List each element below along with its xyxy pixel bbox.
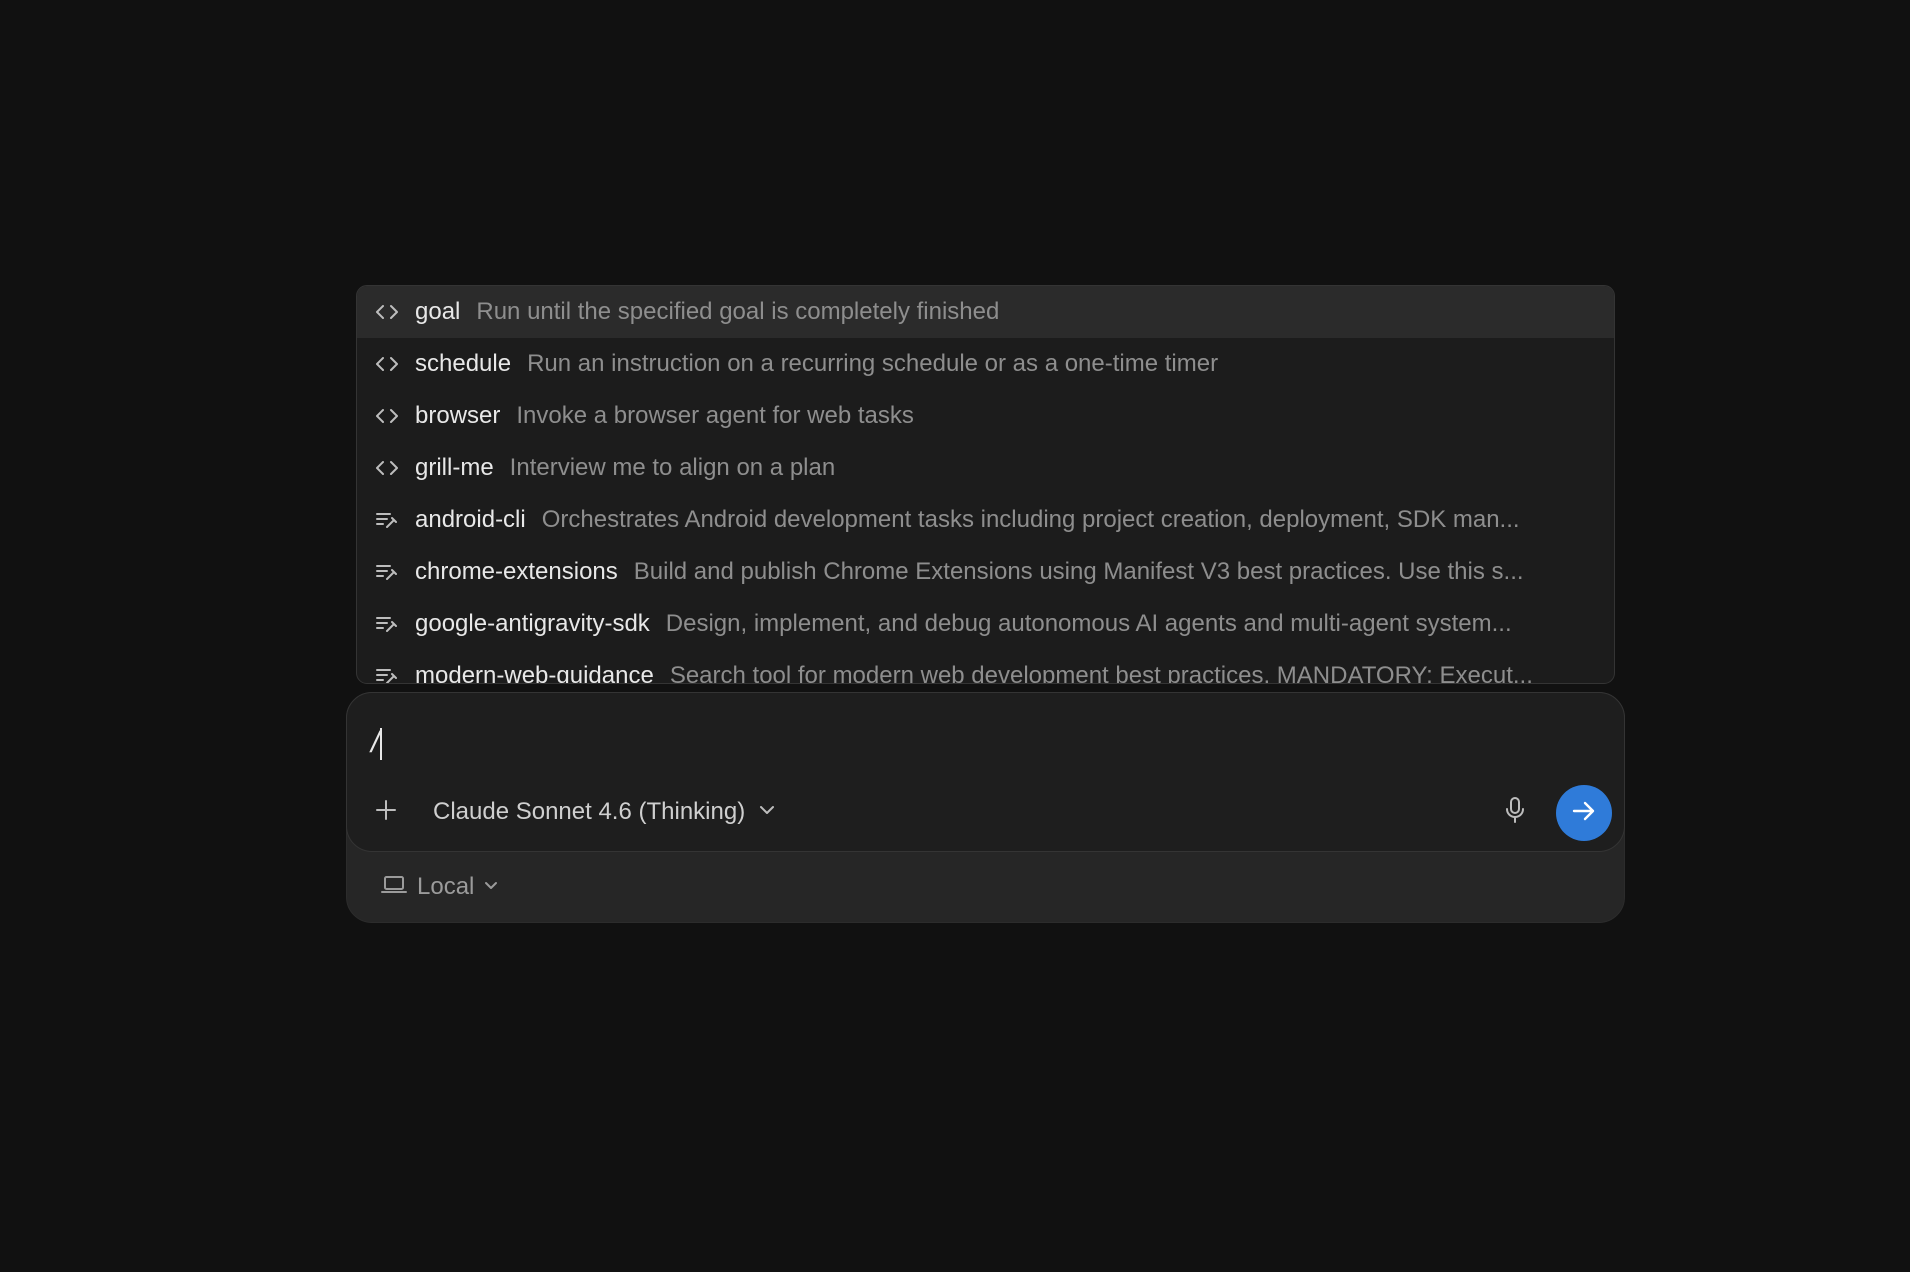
code-brackets-icon: [375, 404, 403, 428]
command-item-schedule[interactable]: schedule Run an instruction on a recurrin…: [357, 338, 1614, 390]
chevron-down-icon: [759, 803, 775, 821]
chevron-down-icon: [484, 878, 498, 896]
send-button[interactable]: [1556, 785, 1612, 841]
prompt-input[interactable]: /: [371, 723, 383, 763]
command-description: Build and publish Chrome Extensions usin…: [633, 558, 1524, 585]
command-item-browser[interactable]: browser Invoke a browser agent for web ta…: [357, 390, 1614, 442]
command-name: android-cli: [415, 506, 526, 533]
microphone-icon: [1504, 796, 1526, 829]
model-selector[interactable]: Claude Sonnet 4.6 (Thinking): [433, 793, 775, 831]
command-item-android-cli[interactable]: android-cli Orchestrates Android developm…: [357, 494, 1614, 546]
command-item-goal[interactable]: goal Run until the specified goal is comp…: [357, 286, 1614, 338]
model-selector-label: Claude Sonnet 4.6 (Thinking): [433, 798, 746, 825]
voice-input-button[interactable]: [1498, 795, 1532, 829]
code-brackets-icon: [375, 352, 403, 376]
command-name: goal: [415, 298, 461, 325]
skill-lines-icon: [375, 508, 403, 532]
slash-command-menu: goal Run until the specified goal is comp…: [356, 285, 1615, 684]
composer-input-area[interactable]: / Claude Sonnet 4.6 (Thinking): [346, 692, 1625, 852]
command-item-chrome-extensions[interactable]: chrome-extensions Build and publish Chrom…: [357, 546, 1614, 598]
code-brackets-icon: [375, 300, 403, 324]
skill-lines-icon: [375, 560, 403, 584]
composer: / Claude Sonnet 4.6 (Thinking) Local: [346, 692, 1625, 923]
command-description: Design, implement, and debug autonomous …: [665, 610, 1512, 637]
command-description: Search tool for modern web development b…: [669, 662, 1533, 684]
command-item-modern-web-guidance[interactable]: modern-web-guidance Search tool for moder…: [357, 650, 1614, 684]
command-description: Orchestrates Android development tasks i…: [541, 506, 1520, 533]
environment-selector-label: Local: [417, 873, 475, 900]
command-name: grill-me: [415, 454, 494, 481]
command-description: Invoke a browser agent for web tasks: [516, 402, 914, 429]
code-brackets-icon: [375, 456, 403, 480]
text-caret: [380, 728, 383, 761]
laptop-icon: [381, 874, 407, 901]
command-name: modern-web-guidance: [415, 662, 654, 684]
command-description: Run until the specified goal is complete…: [476, 298, 1000, 325]
environment-selector[interactable]: Local: [381, 869, 498, 905]
arrow-right-icon: [1571, 799, 1597, 828]
prompt-input-value: /: [371, 726, 380, 759]
command-item-google-antigravity-sdk[interactable]: google-antigravity-sdk Design, implement,…: [357, 598, 1614, 650]
slash-command-list: goal Run until the specified goal is comp…: [357, 286, 1614, 684]
command-name: browser: [415, 402, 501, 429]
command-description: Run an instruction on a recurring schedu…: [527, 350, 1219, 377]
command-item-grill-me[interactable]: grill-me Interview me to align on a plan: [357, 442, 1614, 494]
command-name: chrome-extensions: [415, 558, 618, 585]
command-description: Interview me to align on a plan: [509, 454, 836, 481]
plus-icon: [375, 799, 397, 826]
skill-lines-icon: [375, 664, 403, 683]
command-name: schedule: [415, 350, 512, 377]
add-context-button[interactable]: [369, 795, 403, 829]
command-name: google-antigravity-sdk: [415, 610, 650, 637]
skill-lines-icon: [375, 612, 403, 636]
